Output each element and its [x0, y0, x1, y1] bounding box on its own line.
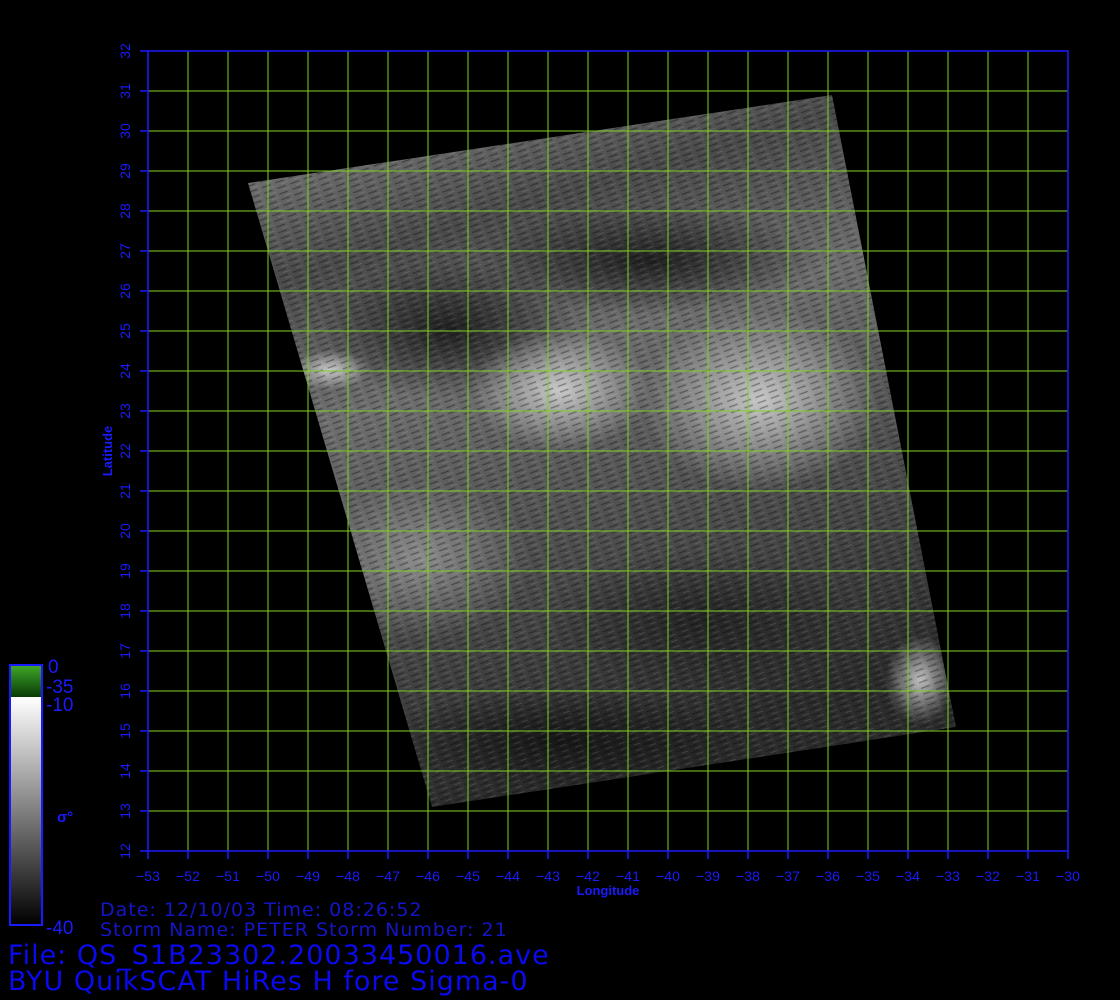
x-tick-label: −33	[936, 868, 960, 884]
colorbar-green-band	[10, 665, 42, 697]
colorbar: 0 -35 -10 σ° -40	[9, 657, 73, 939]
y-tick-label: 20	[117, 523, 133, 539]
colorbar-gray-band	[10, 697, 42, 925]
y-tick-label: 23	[117, 403, 133, 419]
longitude-axis: −53 −52 −51 −50 −49 −48 −47 −46 −45 −44 −43 −42 −41−…	[136, 851, 1080, 884]
latitude-axis: 12 13 14 15 16 17 18 19 20 21 22 23 24 25 26 27 28 29 30 31…	[117, 43, 148, 859]
x-tick-label: −41	[616, 868, 640, 884]
y-tick-label: 22	[117, 443, 133, 459]
y-tick-label: 26	[117, 283, 133, 299]
y-tick-label: 15	[117, 723, 133, 739]
lat-lon-grid	[147, 50, 1069, 852]
x-tick-label: −53	[136, 868, 160, 884]
x-tick-label: −51	[216, 868, 240, 884]
x-tick-label: −35	[856, 868, 880, 884]
y-tick-label: 28	[117, 203, 133, 219]
x-tick-label: −52	[176, 868, 200, 884]
scatterometer-map: −53 −52 −51 −50 −49 −48 −47 −46 −45 −44 −43 −42 −41−…	[9, 43, 1080, 939]
y-axis-label: Latitude	[100, 426, 115, 477]
storm-info-line: Storm Name: PETER Storm Number: 21	[100, 919, 508, 941]
y-tick-label: 32	[117, 43, 133, 59]
y-tick-label: 16	[117, 683, 133, 699]
x-tick-label: −39	[696, 868, 720, 884]
y-tick-label: 13	[117, 803, 133, 819]
y-tick-label: 30	[117, 123, 133, 139]
y-tick-label: 29	[117, 163, 133, 179]
x-tick-label: −47	[376, 868, 400, 884]
x-tick-label: −46	[416, 868, 440, 884]
x-tick-label: −42	[576, 868, 600, 884]
y-tick-label: 24	[117, 363, 133, 379]
y-tick-label: 25	[117, 323, 133, 339]
x-tick-label: −30	[1056, 868, 1080, 884]
product-title-line: BYU QuikSCAT HiRes H fore Sigma-0	[8, 966, 529, 997]
x-tick-label: −48	[336, 868, 360, 884]
x-tick-label: −36	[816, 868, 840, 884]
sigma0-swath-image	[248, 95, 956, 807]
x-tick-label: −34	[896, 868, 920, 884]
x-tick-label: −32	[976, 868, 1000, 884]
x-tick-label: −37	[776, 868, 800, 884]
x-tick-label: −43	[536, 868, 560, 884]
colorbar-label-top: 0	[48, 657, 59, 678]
date-time-line: Date: 12/10/03 Time: 08:26:52	[100, 899, 423, 921]
y-tick-label: 21	[117, 483, 133, 499]
y-tick-label: 17	[117, 643, 133, 659]
x-axis-label: Longitude	[577, 883, 640, 898]
y-tick-label: 27	[117, 243, 133, 259]
colorbar-symbol: σ°	[57, 809, 73, 826]
y-tick-label: 14	[117, 763, 133, 779]
x-tick-label: −38	[736, 868, 760, 884]
y-tick-label: 31	[117, 83, 133, 99]
x-tick-label: −45	[456, 868, 480, 884]
x-tick-label: −40	[656, 868, 680, 884]
y-tick-label: 12	[117, 843, 133, 859]
colorbar-label-gray-top: -10	[46, 695, 73, 716]
colorbar-label-bottom: -40	[46, 918, 73, 939]
x-tick-label: −44	[496, 868, 520, 884]
x-tick-label: −31	[1016, 868, 1040, 884]
y-tick-label: 18	[117, 603, 133, 619]
y-tick-label: 19	[117, 563, 133, 579]
x-tick-label: −50	[256, 868, 280, 884]
x-tick-label: −49	[296, 868, 320, 884]
